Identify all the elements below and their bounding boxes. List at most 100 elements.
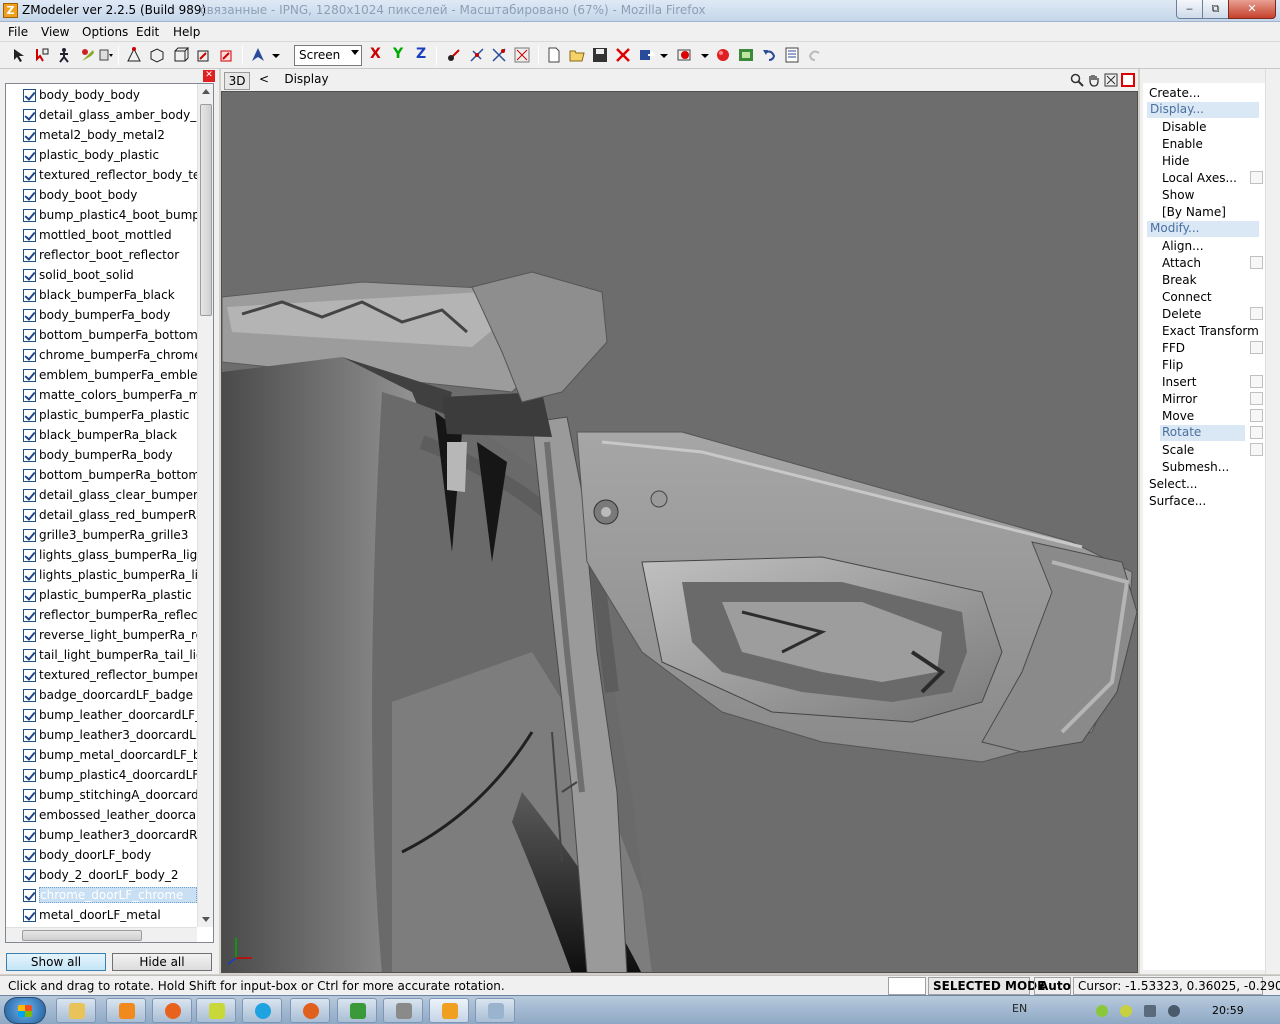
cmd-modify-move[interactable]: Move	[1162, 409, 1194, 423]
element-mode-icon[interactable]	[219, 47, 235, 63]
car-model-render[interactable]	[222, 92, 1138, 973]
object-list-item[interactable]: badge_doorcardLF_badge	[20, 686, 198, 704]
visibility-checkbox[interactable]	[23, 409, 36, 422]
cmd-create[interactable]: Create...	[1149, 86, 1200, 100]
tray-volume-icon[interactable]	[1168, 1005, 1180, 1017]
visibility-checkbox[interactable]	[23, 369, 36, 382]
mirror-options-box[interactable]	[1250, 392, 1263, 405]
object-list[interactable]: body_body_body detail_glass_amber_body_de…	[5, 83, 214, 943]
cmd-modify-insert[interactable]: Insert	[1162, 375, 1196, 389]
object-list-item[interactable]: body_boot_body	[20, 186, 198, 204]
object-list-item[interactable]: lights_plastic_bumperRa_lights	[20, 566, 198, 584]
attach-options-box[interactable]	[1250, 256, 1263, 269]
visibility-checkbox[interactable]	[23, 329, 36, 342]
cmd-display-by-name[interactable]: [By Name]	[1162, 205, 1226, 219]
edge-snap-icon[interactable]	[514, 47, 530, 63]
undo-icon[interactable]	[761, 47, 777, 63]
cmd-display-show[interactable]: Show	[1162, 188, 1194, 202]
object-list-item[interactable]: body_doorLF_body	[20, 846, 198, 864]
maximize-button[interactable]: ⧉	[1202, 0, 1229, 19]
object-list-item[interactable]: plastic_bumperRa_plastic	[20, 586, 198, 604]
ffd-options-box[interactable]	[1250, 341, 1263, 354]
object-list-item[interactable]: chrome_bumperFa_chrome	[20, 346, 198, 364]
local-axes-options-box[interactable]	[1250, 171, 1263, 184]
visibility-checkbox[interactable]	[23, 829, 36, 842]
snap-icon[interactable]	[446, 47, 462, 63]
visibility-checkbox[interactable]	[23, 189, 36, 202]
visibility-checkbox[interactable]	[23, 889, 36, 902]
taskbar-app[interactable]	[290, 998, 330, 1023]
visibility-checkbox[interactable]	[23, 749, 36, 762]
hscrollbar-thumb[interactable]	[22, 930, 142, 941]
object-list-item[interactable]: detail_glass_clear_bumperRa_detail	[20, 486, 198, 504]
object-list-item[interactable]: body_bumperRa_body	[20, 446, 198, 464]
object-list-item[interactable]: chrome_doorLF_chrome	[20, 886, 198, 904]
visibility-checkbox[interactable]	[23, 729, 36, 742]
export-dropdown-icon[interactable]	[697, 47, 713, 63]
visibility-checkbox[interactable]	[23, 309, 36, 322]
visibility-checkbox[interactable]	[23, 549, 36, 562]
taskbar-editor[interactable]	[337, 998, 377, 1023]
import-icon[interactable]	[639, 47, 655, 63]
zoom-icon[interactable]	[1070, 73, 1084, 87]
menu-file[interactable]: File	[8, 25, 28, 39]
cmd-modify-flip[interactable]: Flip	[1162, 358, 1183, 372]
tray-display-icon[interactable]	[1144, 1005, 1156, 1017]
tray-network-icon[interactable]	[1096, 1005, 1108, 1017]
delete-icon[interactable]	[615, 47, 631, 63]
axis-x-button[interactable]: X	[370, 46, 381, 62]
taskbar-firefox[interactable]	[152, 998, 192, 1023]
hide-all-button[interactable]: Hide all	[112, 953, 212, 971]
visibility-checkbox[interactable]	[23, 89, 36, 102]
object-list-item[interactable]: bottom_bumperRa_bottom	[20, 466, 198, 484]
axis-z-button[interactable]: Z	[416, 46, 426, 62]
object-list-item[interactable]: mottled_boot_mottled	[20, 226, 198, 244]
visibility-checkbox[interactable]	[23, 109, 36, 122]
menu-edit[interactable]: Edit	[136, 25, 159, 39]
object-list-item[interactable]: bump_leather3_doorcardRF_bump	[20, 826, 198, 844]
cmd-modify-break[interactable]: Break	[1162, 273, 1197, 287]
visibility-checkbox[interactable]	[23, 289, 36, 302]
properties-icon[interactable]	[784, 47, 800, 63]
taskbar-media-player[interactable]	[106, 998, 146, 1023]
taskbar-explorer[interactable]	[56, 998, 96, 1023]
select-mode-dropdown-icon[interactable]	[98, 47, 114, 63]
object-list-item[interactable]: emblem_bumperFa_emblem	[20, 366, 198, 384]
object-list-item[interactable]: grille3_bumperRa_grille3	[20, 526, 198, 544]
visibility-checkbox[interactable]	[23, 909, 36, 922]
visibility-checkbox[interactable]	[23, 589, 36, 602]
menu-help[interactable]: Help	[173, 25, 200, 39]
visibility-checkbox[interactable]	[23, 389, 36, 402]
visibility-checkbox[interactable]	[23, 869, 36, 882]
visibility-checkbox[interactable]	[23, 489, 36, 502]
object-list-item[interactable]: detail_glass_red_bumperRa_detail	[20, 506, 198, 524]
visibility-checkbox[interactable]	[23, 649, 36, 662]
visibility-checkbox[interactable]	[23, 429, 36, 442]
menu-options[interactable]: Options	[82, 25, 128, 39]
save-disk-icon[interactable]	[592, 47, 608, 63]
3d-viewport[interactable]	[221, 91, 1138, 973]
redo-icon[interactable]	[807, 47, 823, 63]
visibility-checkbox[interactable]	[23, 609, 36, 622]
visibility-checkbox[interactable]	[23, 849, 36, 862]
object-list-item[interactable]: textured_reflector_body_textured	[20, 166, 198, 184]
visibility-checkbox[interactable]	[23, 129, 36, 142]
scale-options-box[interactable]	[1250, 443, 1263, 456]
object-list-item[interactable]: textured_reflector_bumperRa_textured	[20, 666, 198, 684]
object-list-item[interactable]: plastic_body_plastic	[20, 146, 198, 164]
select-arrow-icon[interactable]	[12, 47, 28, 63]
vertex-snap-icon[interactable]	[491, 47, 507, 63]
cmd-display-enable[interactable]: Enable	[1162, 137, 1203, 151]
taskbar-utility[interactable]	[196, 998, 236, 1023]
scrollbar-thumb[interactable]	[200, 104, 212, 316]
coord-mode-select[interactable]: Screen	[294, 45, 362, 66]
grid-snap-icon[interactable]	[469, 47, 485, 63]
visibility-checkbox[interactable]	[23, 669, 36, 682]
visibility-checkbox[interactable]	[23, 809, 36, 822]
render-icon[interactable]	[715, 47, 731, 63]
cmd-modify-mirror[interactable]: Mirror	[1162, 392, 1197, 406]
object-list-item[interactable]: body_2_doorLF_body_2	[20, 866, 198, 884]
taskbar-skype[interactable]	[242, 998, 282, 1023]
taskbar-zmodeler[interactable]	[429, 998, 469, 1023]
visibility-checkbox[interactable]	[23, 569, 36, 582]
